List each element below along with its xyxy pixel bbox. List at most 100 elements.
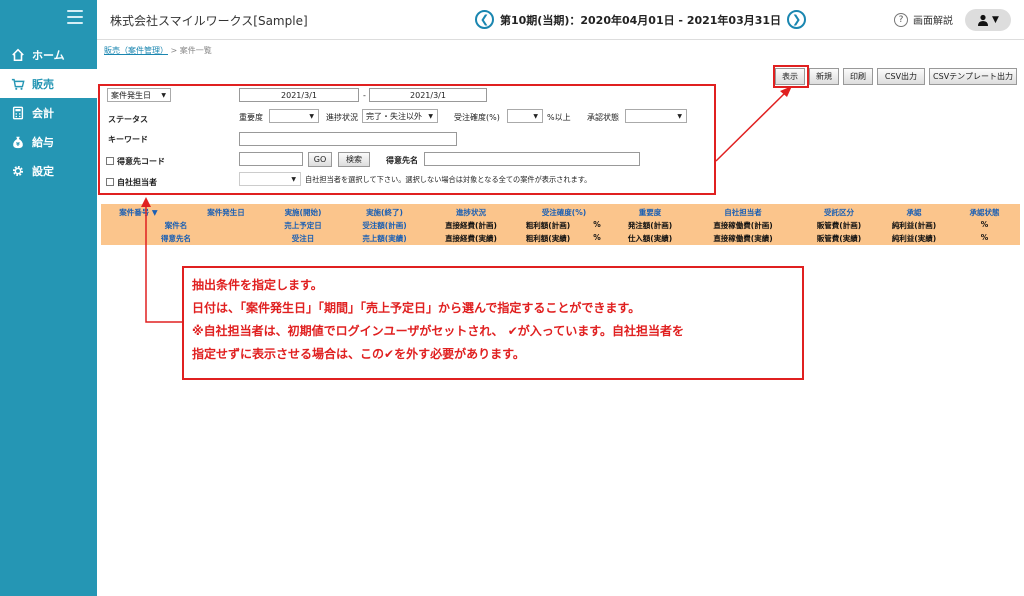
caret-down-icon: ▼	[677, 112, 682, 120]
customer-name-input[interactable]	[424, 152, 640, 166]
col-sga-actual: 販管費(実績)	[816, 234, 862, 243]
col-direct-cost-plan: 直接経費(計画)	[445, 221, 497, 230]
caret-down-icon: ▼	[161, 91, 166, 99]
filter-panel: 案件発生日 ▼ 2021/3/1 - 2021/3/1 ステータス 重要度 ▼ 進…	[98, 84, 716, 195]
help-link[interactable]: ? 画面解説	[894, 12, 953, 27]
sidebar-item-label: 販売	[32, 77, 54, 91]
own-staff-checkbox[interactable]	[106, 178, 114, 186]
question-icon: ?	[894, 12, 908, 27]
certainty-select[interactable]: ▼	[507, 109, 543, 123]
keyword-input[interactable]	[239, 132, 457, 146]
home-icon	[10, 47, 26, 63]
col-sales-actual[interactable]: 売上額(実績)	[342, 233, 427, 244]
print-button[interactable]: 印刷	[843, 68, 873, 85]
breadcrumb: 販売（案件管理） > 案件一覧	[104, 45, 212, 56]
money-bag-icon: ¥	[10, 134, 26, 150]
col-occurrence-date[interactable]: 案件発生日	[176, 207, 276, 218]
sidebar-item-accounting[interactable]: 会計	[0, 98, 97, 127]
sidebar-item-sales[interactable]: 販売	[0, 69, 97, 98]
customer-code-input[interactable]	[239, 152, 303, 166]
col-own-staff[interactable]: 自社担当者	[687, 207, 799, 218]
sidebar-item-label: 給与	[32, 135, 54, 149]
col-start[interactable]: 実施(開始)	[264, 207, 342, 218]
col-case-number[interactable]: 案件番号 ▼	[101, 207, 176, 218]
approval-label: 承認状態	[587, 113, 619, 122]
period-navigator: ❮ 第10期(当期)：2020年04月01日 - 2021年03月31日 ❯	[475, 10, 807, 29]
annotation-line-4: 指定せずに表示させる場合は、この✔を外す必要があります。	[192, 343, 794, 366]
sidebar-item-label: 会計	[32, 106, 54, 120]
go-button[interactable]: GO	[308, 152, 332, 167]
top-header: 株式会社スマイルワークス[Sample] ❮ 第10期(当期)：2020年04月…	[97, 0, 1024, 40]
certainty-label: 受注確度(%)	[454, 113, 500, 122]
progress-label: 進捗状況	[326, 113, 358, 122]
own-staff-filter: 自社担当者	[106, 177, 157, 188]
col-approval[interactable]: 承認	[879, 207, 949, 218]
status-label: ステータス	[108, 115, 148, 124]
new-button[interactable]: 新規	[809, 68, 839, 85]
col-certainty[interactable]: 受注確度(%)	[515, 207, 613, 218]
customer-code-label: 得意先コード	[117, 157, 165, 166]
annotation-line-2: 日付は、「案件発生日」「期間」「売上予定日」から選んで指定することができます。	[192, 301, 641, 315]
col-customer-name[interactable]: 得意先名	[101, 233, 251, 244]
progress-value: 完了・失注以外	[366, 111, 422, 121]
col-net-profit-plan: 純利益(計画)	[891, 221, 937, 230]
caret-down-icon: ▼	[428, 112, 433, 120]
caret-down-icon: ▼	[533, 112, 538, 120]
col-contract-type[interactable]: 受託区分	[799, 207, 879, 218]
date-from-input[interactable]: 2021/3/1	[239, 88, 359, 102]
approval-select[interactable]: ▼	[625, 109, 687, 123]
date-to-input[interactable]: 2021/3/1	[369, 88, 487, 102]
hamburger-menu-icon[interactable]	[67, 10, 83, 24]
annotation-line-3-part-a: ※自社担当者は、初期値でログインユーザがセットされ、	[192, 324, 504, 338]
col-case-name[interactable]: 案件名	[101, 220, 251, 231]
col-importance[interactable]: 重要度	[613, 207, 687, 218]
cart-icon	[10, 76, 26, 92]
checkmark-icon: ✔	[384, 347, 395, 361]
user-menu-button[interactable]: ▼	[965, 9, 1011, 31]
search-button[interactable]: 検索	[338, 152, 370, 167]
importance-label: 重要度	[239, 113, 263, 122]
csv-export-button[interactable]: CSV出力	[877, 68, 925, 85]
customer-name-label: 得意先名	[386, 156, 418, 165]
col-gross-percent-actual: %	[593, 233, 601, 242]
col-direct-cost-actual: 直接経費(実績)	[445, 234, 497, 243]
breadcrumb-link-sales[interactable]: 販売（案件管理）	[104, 46, 168, 55]
annotation-line-4-part-b: を外す必要があります。	[394, 347, 525, 361]
col-net-percent-actual: %	[980, 233, 989, 242]
svg-text:¥: ¥	[16, 141, 20, 147]
sidebar-item-payroll[interactable]: ¥ 給与	[0, 127, 97, 156]
col-gross-profit-actual: 粗利額(実績)	[525, 234, 571, 243]
col-progress[interactable]: 進捗状況	[427, 207, 515, 218]
annotation-line-1: 抽出条件を指定します。	[192, 278, 323, 292]
col-net-profit-actual: 純利益(実績)	[891, 234, 937, 243]
progress-select[interactable]: 完了・失注以外 ▼	[362, 109, 438, 123]
col-planned-sales-date[interactable]: 売上予定日	[264, 220, 342, 231]
sidebar-item-label: 設定	[32, 164, 54, 178]
col-order-date[interactable]: 受注日	[264, 233, 342, 244]
col-end[interactable]: 実施(終了)	[342, 207, 427, 218]
annotation-line-3-part-b: が入っています。自社担当者を	[517, 324, 684, 338]
col-approval-status[interactable]: 承認状態	[949, 207, 1020, 218]
sidebar-item-home[interactable]: ホーム	[0, 40, 97, 69]
sidebar-item-label: ホーム	[32, 48, 65, 62]
chevron-right-icon[interactable]: ❯	[787, 10, 807, 29]
col-order-amount-plan[interactable]: 受注額(計画)	[342, 220, 427, 231]
sidebar-item-settings[interactable]: 設定	[0, 156, 97, 185]
col-net-percent-plan: %	[980, 220, 989, 229]
chevron-left-icon[interactable]: ❮	[475, 10, 494, 29]
own-staff-select[interactable]: ▼	[239, 172, 301, 186]
own-staff-note: 自社担当者を選択して下さい。選択しない場合は対象となる全ての案件が表示されます。	[305, 175, 592, 184]
annotation-callout: 抽出条件を指定します。 日付は、「案件発生日」「期間」「売上予定日」から選んで指…	[182, 266, 804, 380]
action-toolbar: 表示 新規 印刷 CSV出力 CSVテンプレート出力	[775, 68, 1017, 85]
csv-template-export-button[interactable]: CSVテンプレート出力	[929, 68, 1017, 85]
importance-select[interactable]: ▼	[269, 109, 319, 123]
own-staff-label: 自社担当者	[117, 178, 157, 187]
sidebar: ホーム 販売 会計 ¥ 給与 設定	[0, 0, 97, 596]
date-type-select[interactable]: 案件発生日 ▼	[107, 88, 171, 102]
display-button[interactable]: 表示	[775, 68, 805, 85]
gear-icon	[10, 163, 26, 179]
keyword-label: キーワード	[108, 135, 148, 144]
customer-code-checkbox[interactable]	[106, 157, 114, 165]
annotation-line-4-part-a: 指定せずに表示させる場合は、この	[192, 347, 385, 361]
arrow-to-display-button	[715, 90, 788, 162]
